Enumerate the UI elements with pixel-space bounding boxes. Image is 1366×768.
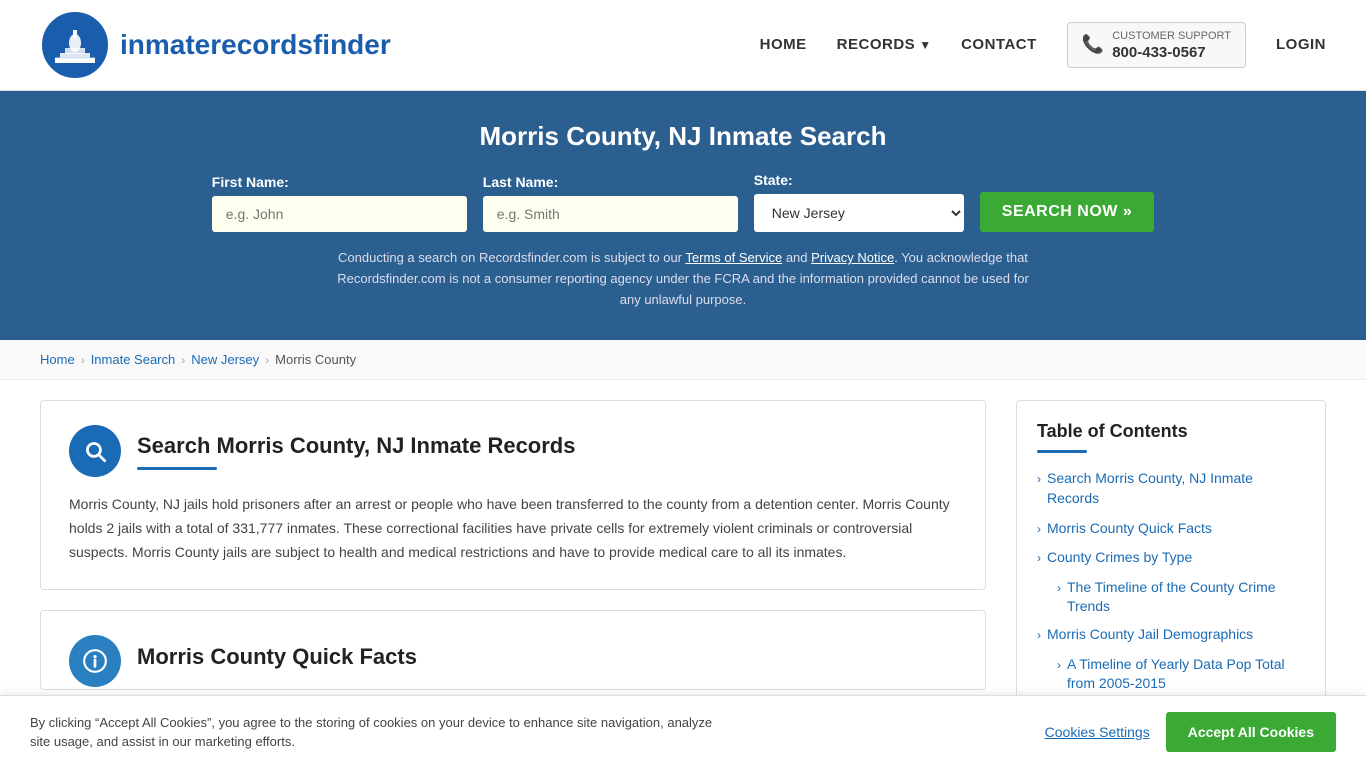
toc-sub-list-1: › The Timeline of the County Crime Trend… xyxy=(1057,578,1305,617)
breadcrumb-current: Morris County xyxy=(275,352,356,367)
state-select[interactable]: New Jersey New York California xyxy=(754,194,964,232)
chevron-icon-sub-1: › xyxy=(1057,580,1061,597)
support-label: CUSTOMER SUPPORT xyxy=(1112,29,1231,43)
cookie-settings-button[interactable]: Cookies Settings xyxy=(1045,724,1150,740)
toc-sub-item-1: › The Timeline of the County Crime Trend… xyxy=(1057,578,1305,617)
toc-link-3[interactable]: › County Crimes by Type xyxy=(1037,548,1305,568)
last-name-group: Last Name: xyxy=(483,174,738,232)
inmate-records-card: Search Morris County, NJ Inmate Records … xyxy=(40,400,986,589)
toc-link-1[interactable]: › Search Morris County, NJ Inmate Record… xyxy=(1037,469,1305,508)
toc-item-1: › Search Morris County, NJ Inmate Record… xyxy=(1037,469,1305,508)
breadcrumb-sep-2: › xyxy=(181,353,185,367)
toc-sub-list-2: › A Timeline of Yearly Data Pop Total fr… xyxy=(1057,655,1305,694)
toc-title: Table of Contents xyxy=(1037,421,1305,442)
cookie-accept-button[interactable]: Accept All Cookies xyxy=(1166,712,1336,752)
toc-underline xyxy=(1037,450,1087,453)
main-nav: HOME RECORDS ▼ CONTACT 📞 CUSTOMER SUPPOR… xyxy=(760,22,1326,67)
chevron-icon-1: › xyxy=(1037,471,1041,488)
nav-login[interactable]: LOGIN xyxy=(1276,36,1326,53)
breadcrumb-inmate-search[interactable]: Inmate Search xyxy=(91,352,176,367)
nav-home[interactable]: HOME xyxy=(760,36,807,53)
sidebar: Table of Contents › Search Morris County… xyxy=(1016,400,1326,722)
quick-facts-card: Morris County Quick Facts xyxy=(40,610,986,690)
cookie-text: By clicking “Accept All Cookies”, you ag… xyxy=(30,713,730,752)
toc-item-5: › Morris County Jail Demographics xyxy=(1037,625,1305,645)
first-name-label: First Name: xyxy=(212,174,289,190)
chevron-icon-5: › xyxy=(1037,627,1041,644)
hero-title: Morris County, NJ Inmate Search xyxy=(40,121,1326,152)
site-header: inmaterecordsfinder HOME RECORDS ▼ CONTA… xyxy=(0,0,1366,91)
first-name-input[interactable] xyxy=(212,196,467,232)
search-icon xyxy=(82,438,108,464)
hero-disclaimer: Conducting a search on Recordsfinder.com… xyxy=(333,248,1033,310)
last-name-input[interactable] xyxy=(483,196,738,232)
customer-support-box[interactable]: 📞 CUSTOMER SUPPORT 800-433-0567 xyxy=(1067,22,1246,67)
quick-facts-title: Morris County Quick Facts xyxy=(137,644,957,670)
search-icon-circle xyxy=(69,425,121,477)
quick-facts-title-wrap: Morris County Quick Facts xyxy=(137,644,957,678)
support-number: 800-433-0567 xyxy=(1112,44,1231,61)
terms-link[interactable]: Terms of Service xyxy=(685,250,782,265)
quick-facts-header: Morris County Quick Facts xyxy=(69,635,957,687)
breadcrumb-home[interactable]: Home xyxy=(40,352,75,367)
toc-list: › Search Morris County, NJ Inmate Record… xyxy=(1037,469,1305,693)
info-icon xyxy=(82,648,108,674)
phone-icon: 📞 xyxy=(1082,34,1104,55)
toc-sub-link-1[interactable]: › The Timeline of the County Crime Trend… xyxy=(1057,578,1305,617)
support-info: CUSTOMER SUPPORT 800-433-0567 xyxy=(1112,29,1231,60)
search-form: First Name: Last Name: State: New Jersey… xyxy=(40,172,1326,232)
hero-section: Morris County, NJ Inmate Search First Na… xyxy=(0,91,1366,340)
content-area: Search Morris County, NJ Inmate Records … xyxy=(40,400,1016,689)
breadcrumb-sep-1: › xyxy=(81,353,85,367)
toc-item-2: › Morris County Quick Facts xyxy=(1037,519,1305,539)
breadcrumb-sep-3: › xyxy=(265,353,269,367)
toc-item-3: › County Crimes by Type xyxy=(1037,548,1305,568)
main-content: Search Morris County, NJ Inmate Records … xyxy=(0,380,1366,742)
title-underline xyxy=(137,467,217,470)
search-button[interactable]: SEARCH NOW » xyxy=(980,192,1154,232)
nav-records[interactable]: RECORDS xyxy=(837,36,916,53)
breadcrumb-new-jersey[interactable]: New Jersey xyxy=(191,352,259,367)
last-name-label: Last Name: xyxy=(483,174,558,190)
privacy-link[interactable]: Privacy Notice xyxy=(811,250,894,265)
chevron-icon-2: › xyxy=(1037,521,1041,538)
toc-sub-item-2: › A Timeline of Yearly Data Pop Total fr… xyxy=(1057,655,1305,694)
toc-sub-link-2[interactable]: › A Timeline of Yearly Data Pop Total fr… xyxy=(1057,655,1305,694)
card-title-wrap: Search Morris County, NJ Inmate Records xyxy=(137,433,957,470)
logo[interactable]: inmaterecordsfinder xyxy=(40,10,391,80)
logo-icon xyxy=(40,10,110,80)
info-icon-circle xyxy=(69,635,121,687)
state-group: State: New Jersey New York California xyxy=(754,172,964,232)
breadcrumb: Home › Inmate Search › New Jersey › Morr… xyxy=(0,340,1366,380)
section-title: Search Morris County, NJ Inmate Records xyxy=(137,433,957,459)
toc-link-2[interactable]: › Morris County Quick Facts xyxy=(1037,519,1305,539)
cookie-banner: By clicking “Accept All Cookies”, you ag… xyxy=(0,695,1366,768)
card-header: Search Morris County, NJ Inmate Records xyxy=(69,425,957,477)
chevron-icon-3: › xyxy=(1037,550,1041,567)
section-body: Morris County, NJ jails hold prisoners a… xyxy=(69,493,957,564)
state-label: State: xyxy=(754,172,793,188)
chevron-icon-sub-2: › xyxy=(1057,657,1061,674)
cookie-actions: Cookies Settings Accept All Cookies xyxy=(1045,712,1336,752)
nav-records-group[interactable]: RECORDS ▼ xyxy=(837,36,931,53)
first-name-group: First Name: xyxy=(212,174,467,232)
logo-text: inmaterecordsfinder xyxy=(120,29,391,61)
nav-contact[interactable]: CONTACT xyxy=(961,36,1037,53)
chevron-down-icon: ▼ xyxy=(919,38,931,52)
toc-link-5[interactable]: › Morris County Jail Demographics xyxy=(1037,625,1305,645)
